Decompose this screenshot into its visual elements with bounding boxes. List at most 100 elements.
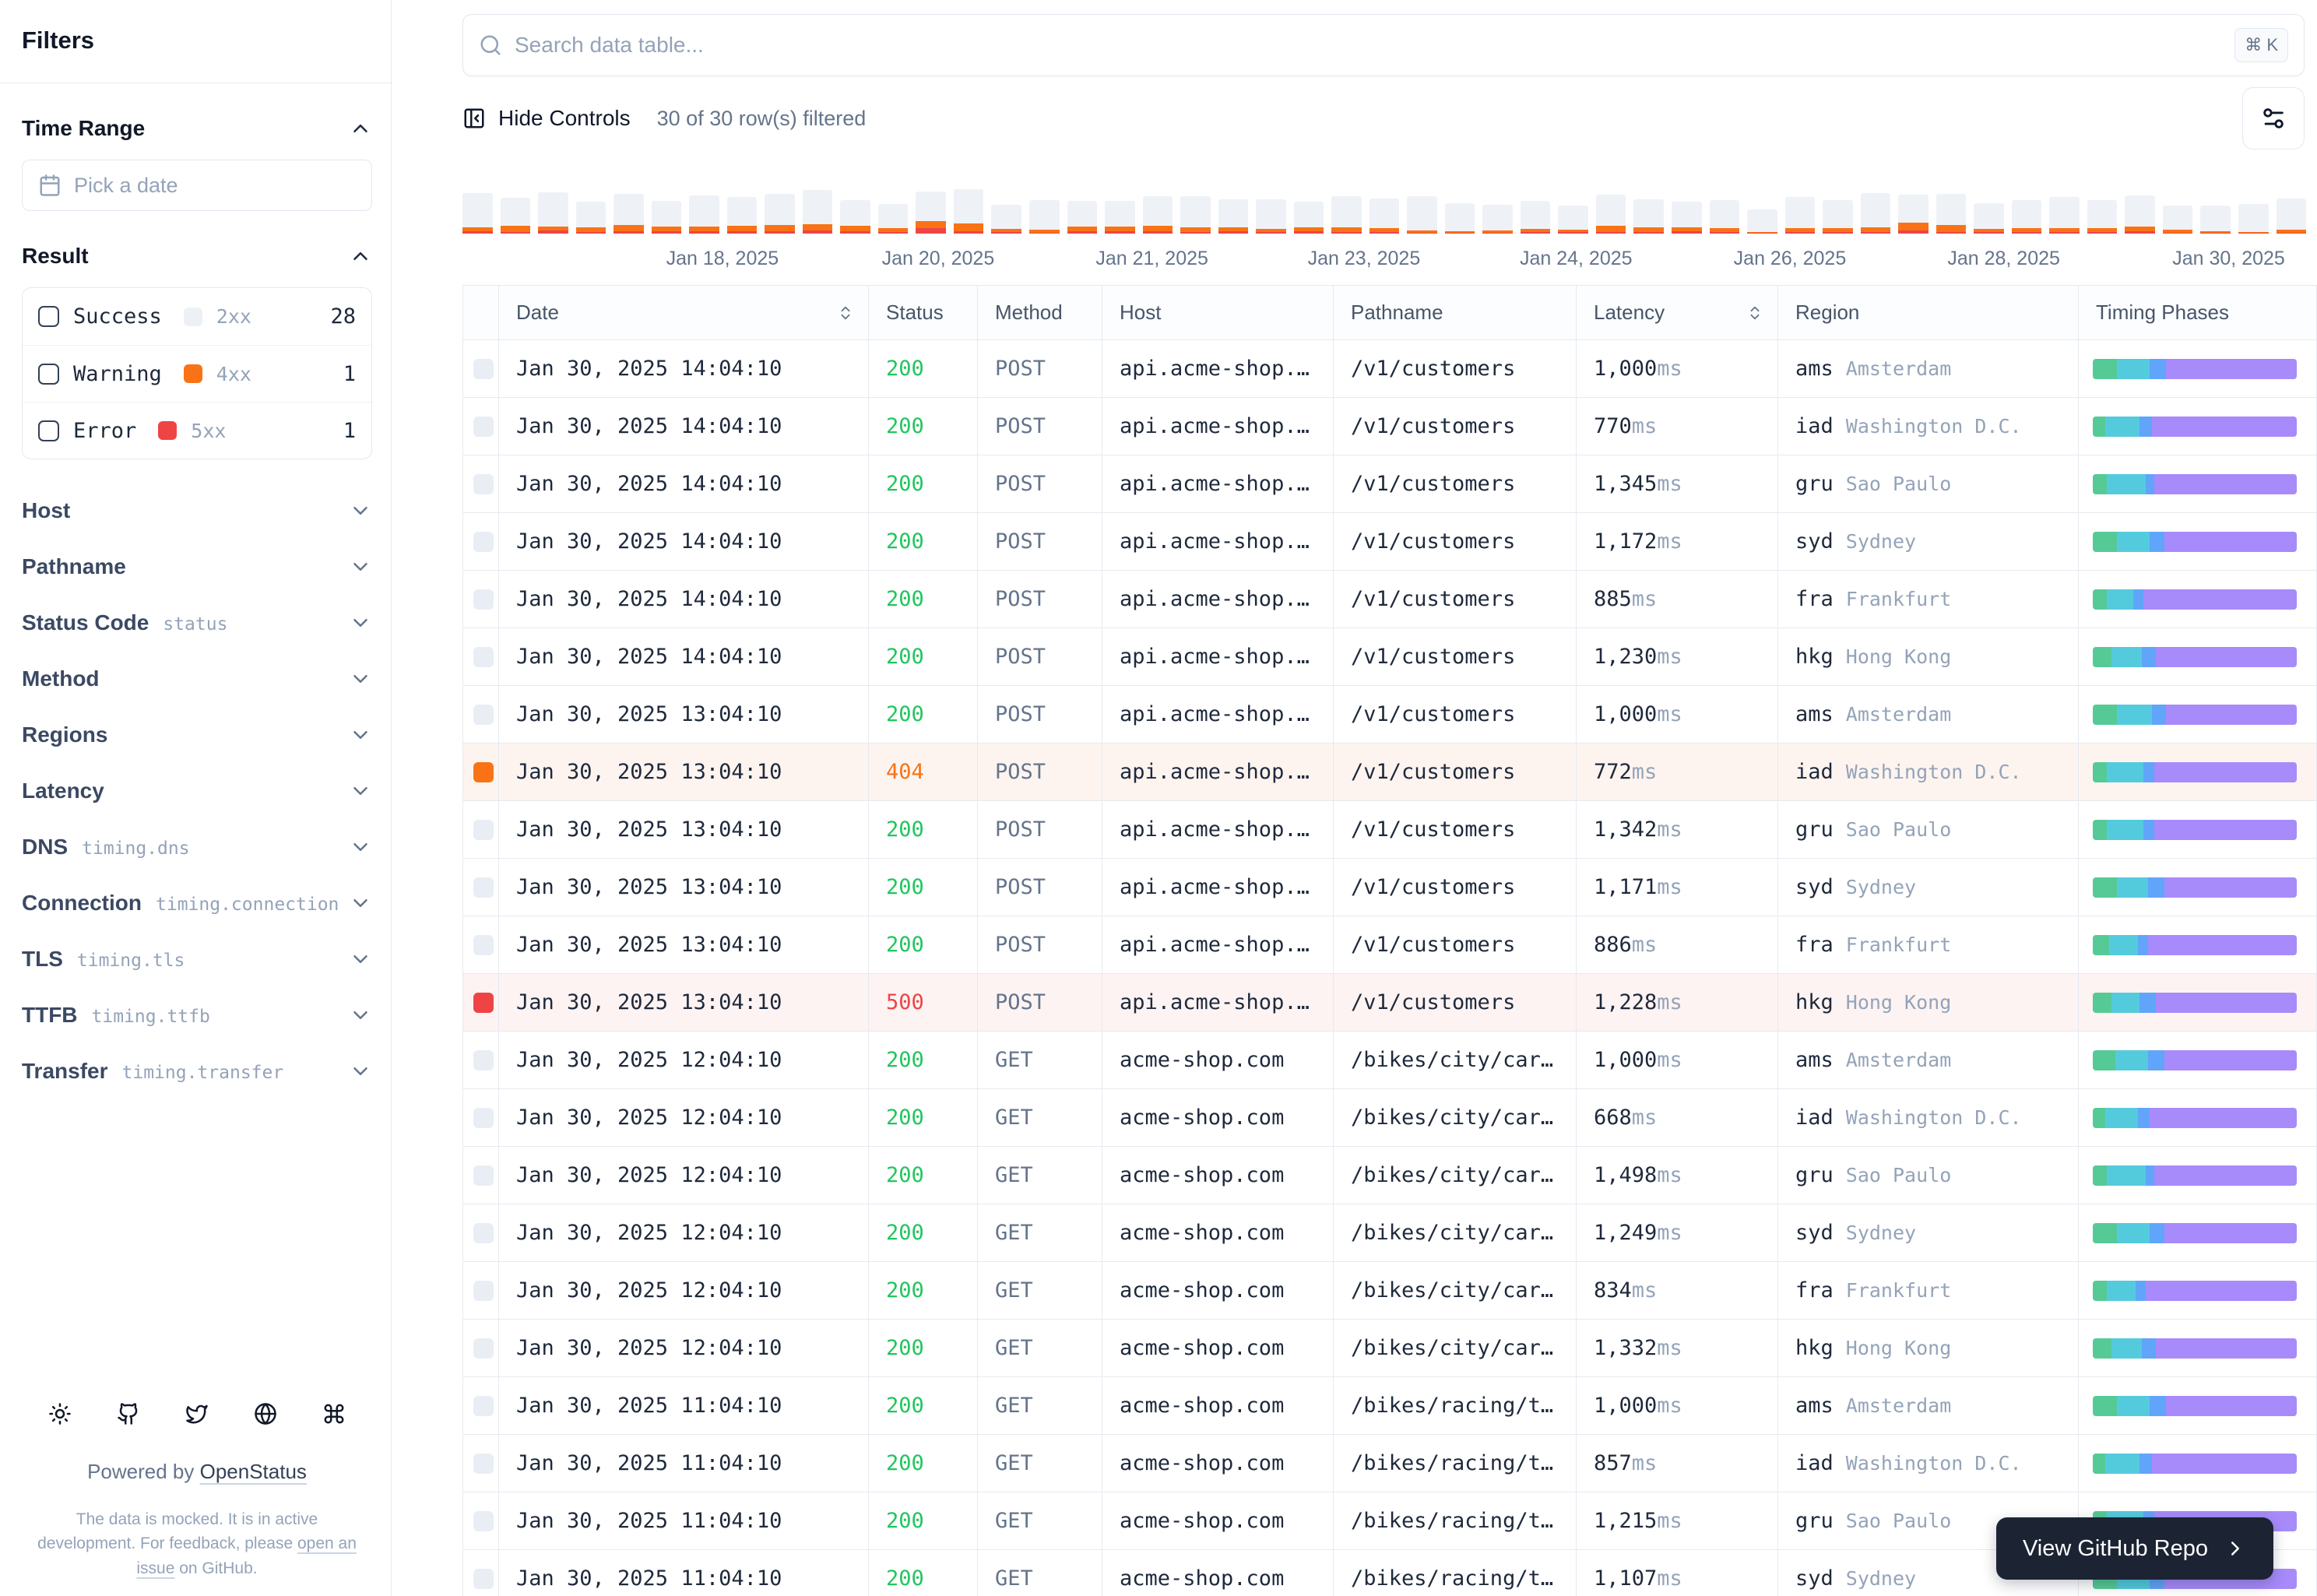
row-select-checkbox[interactable] [473, 1222, 494, 1243]
view-options-button[interactable] [2242, 87, 2305, 149]
row-select-checkbox[interactable] [473, 589, 494, 610]
row-select-checkbox[interactable] [473, 934, 494, 955]
timeline-bar-28[interactable] [1520, 201, 1551, 234]
table-row[interactable]: Jan 30, 2025 11:04:10 200 GET acme-shop.com… [463, 1377, 2317, 1435]
timeline-bar-13[interactable] [953, 189, 984, 234]
timeline-bar-39[interactable] [1936, 194, 1967, 234]
table-row[interactable]: Jan 30, 2025 13:04:10 200 POST api.acme-sho… [463, 859, 2317, 916]
timeline-bar-29[interactable] [1558, 206, 1588, 234]
checkbox[interactable] [38, 363, 59, 385]
sun-icon[interactable] [48, 1402, 72, 1426]
table-row[interactable]: Jan 30, 2025 14:04:10 200 POST api.acme-sho… [463, 398, 2317, 455]
table-row[interactable]: Jan 30, 2025 13:04:10 200 POST api.acme-sho… [463, 801, 2317, 859]
column-header-latency[interactable]: Latency [1577, 286, 1778, 340]
hide-controls-button[interactable]: Hide Controls [462, 106, 631, 131]
view-github-repo-button[interactable]: View GitHub Repo [1995, 1517, 2273, 1580]
timeline-bar-19[interactable] [1180, 196, 1211, 234]
timeline-bar-11[interactable] [877, 204, 909, 234]
row-select-checkbox[interactable] [473, 531, 494, 552]
timeline-bar-37[interactable] [1860, 193, 1891, 234]
row-select-checkbox[interactable] [473, 1280, 494, 1301]
row-select-checkbox[interactable] [473, 1049, 494, 1070]
timeline-bar-31[interactable] [1633, 199, 1664, 234]
timeline-bar-32[interactable] [1672, 202, 1702, 234]
timeline-bar-20[interactable] [1218, 199, 1249, 234]
sidebar-item-status-code[interactable]: Status Code status [22, 595, 372, 651]
table-row[interactable]: Jan 30, 2025 12:04:10 200 GET acme-shop.com… [463, 1032, 2317, 1089]
timeline-bar-40[interactable] [1974, 203, 2004, 234]
row-select-checkbox[interactable] [473, 704, 494, 725]
row-select-checkbox[interactable] [473, 646, 494, 667]
timeline-bar-0[interactable] [462, 193, 493, 234]
timeline-bar-2[interactable] [538, 192, 568, 234]
timeline-bar-33[interactable] [1709, 200, 1740, 234]
column-header-date[interactable]: Date [499, 286, 869, 340]
table-row[interactable]: Jan 30, 2025 13:04:10 500 POST api.acme-sho… [463, 974, 2317, 1032]
table-row[interactable]: Jan 30, 2025 14:04:10 200 POST api.acme-sho… [463, 628, 2317, 686]
timeline-bar-1[interactable] [500, 198, 531, 234]
table-row[interactable]: Jan 30, 2025 13:04:10 200 POST api.acme-sho… [463, 916, 2317, 974]
table-row[interactable]: Jan 30, 2025 12:04:10 200 GET acme-shop.com… [463, 1262, 2317, 1320]
time-range-section-header[interactable]: Time Range [22, 116, 372, 141]
table-row[interactable]: Jan 30, 2025 12:04:10 200 GET acme-shop.com… [463, 1089, 2317, 1147]
timeline-bar-23[interactable] [1331, 196, 1362, 234]
timeline-bar-48[interactable] [2276, 199, 2307, 234]
row-select-checkbox[interactable] [473, 416, 494, 437]
timeline-bar-44[interactable] [2125, 195, 2155, 234]
command-icon[interactable] [322, 1402, 346, 1426]
timeline-bar-14[interactable] [991, 205, 1021, 234]
row-select-checkbox[interactable] [473, 1453, 494, 1474]
timeline-bar-16[interactable] [1067, 201, 1098, 234]
globe-icon[interactable] [254, 1402, 277, 1426]
sidebar-item-ttfb[interactable]: TTFB timing.ttfb [22, 987, 372, 1043]
table-row[interactable]: Jan 30, 2025 14:04:10 200 POST api.acme-sho… [463, 513, 2317, 571]
result-option-success[interactable]: Success 2xx 28 [23, 288, 371, 345]
row-select-checkbox[interactable] [473, 1395, 494, 1416]
timeline-bar-43[interactable] [2087, 200, 2118, 234]
sidebar-item-transfer[interactable]: Transfer timing.transfer [22, 1043, 372, 1099]
timeline-bar-22[interactable] [1293, 202, 1324, 234]
table-row[interactable]: Jan 30, 2025 13:04:10 200 POST api.acme-sho… [463, 686, 2317, 744]
timeline-bar-15[interactable] [1028, 200, 1060, 234]
table-row[interactable]: Jan 30, 2025 12:04:10 200 GET acme-shop.com… [463, 1147, 2317, 1204]
table-row[interactable]: Jan 30, 2025 13:04:10 404 POST api.acme-sho… [463, 744, 2317, 801]
timeline-bar-41[interactable] [2011, 200, 2042, 234]
row-select-checkbox[interactable] [473, 1338, 494, 1359]
row-select-checkbox[interactable] [473, 877, 494, 898]
table-row[interactable]: Jan 30, 2025 14:04:10 200 POST api.acme-sho… [463, 571, 2317, 628]
checkbox[interactable] [38, 306, 59, 327]
timeline-bar-9[interactable] [802, 190, 833, 234]
result-option-error[interactable]: Error 5xx 1 [23, 402, 371, 459]
github-icon[interactable] [117, 1402, 140, 1426]
timeline-bar-5[interactable] [651, 201, 682, 234]
table-row[interactable]: Jan 30, 2025 12:04:10 200 GET acme-shop.com… [463, 1320, 2317, 1377]
checkbox[interactable] [38, 420, 59, 441]
timeline-bar-36[interactable] [1823, 200, 1853, 234]
twitter-icon[interactable] [185, 1402, 209, 1426]
row-select-checkbox[interactable] [473, 761, 494, 782]
timeline-bar-46[interactable] [2200, 206, 2231, 234]
sidebar-item-tls[interactable]: TLS timing.tls [22, 931, 372, 987]
timeline-bar-10[interactable] [840, 200, 870, 234]
timeline-bar-26[interactable] [1444, 203, 1475, 234]
timeline-bar-18[interactable] [1142, 196, 1173, 234]
timeline-bar-6[interactable] [689, 195, 719, 234]
timeline-bar-17[interactable] [1105, 201, 1135, 234]
openstatus-link[interactable]: OpenStatus [200, 1460, 307, 1483]
sidebar-item-regions[interactable]: Regions [22, 707, 372, 763]
table-row[interactable]: Jan 30, 2025 14:04:10 200 POST api.acme-sho… [463, 455, 2317, 513]
timeline-bar-24[interactable] [1369, 199, 1400, 234]
result-option-warning[interactable]: Warning 4xx 1 [23, 345, 371, 402]
sidebar-item-dns[interactable]: DNS timing.dns [22, 819, 372, 875]
timeline-bar-21[interactable] [1256, 199, 1286, 234]
timeline-bar-34[interactable] [1747, 209, 1777, 234]
row-select-checkbox[interactable] [473, 358, 494, 379]
row-select-checkbox[interactable] [473, 1107, 494, 1128]
row-select-checkbox[interactable] [473, 819, 494, 840]
search-input[interactable] [515, 33, 2223, 58]
timeline-bar-45[interactable] [2162, 206, 2193, 234]
table-row[interactable]: Jan 30, 2025 14:04:10 200 POST api.acme-sho… [463, 340, 2317, 398]
timeline-bar-7[interactable] [726, 197, 758, 234]
timeline-bar-35[interactable] [1784, 197, 1816, 234]
row-select-checkbox[interactable] [473, 1165, 494, 1186]
